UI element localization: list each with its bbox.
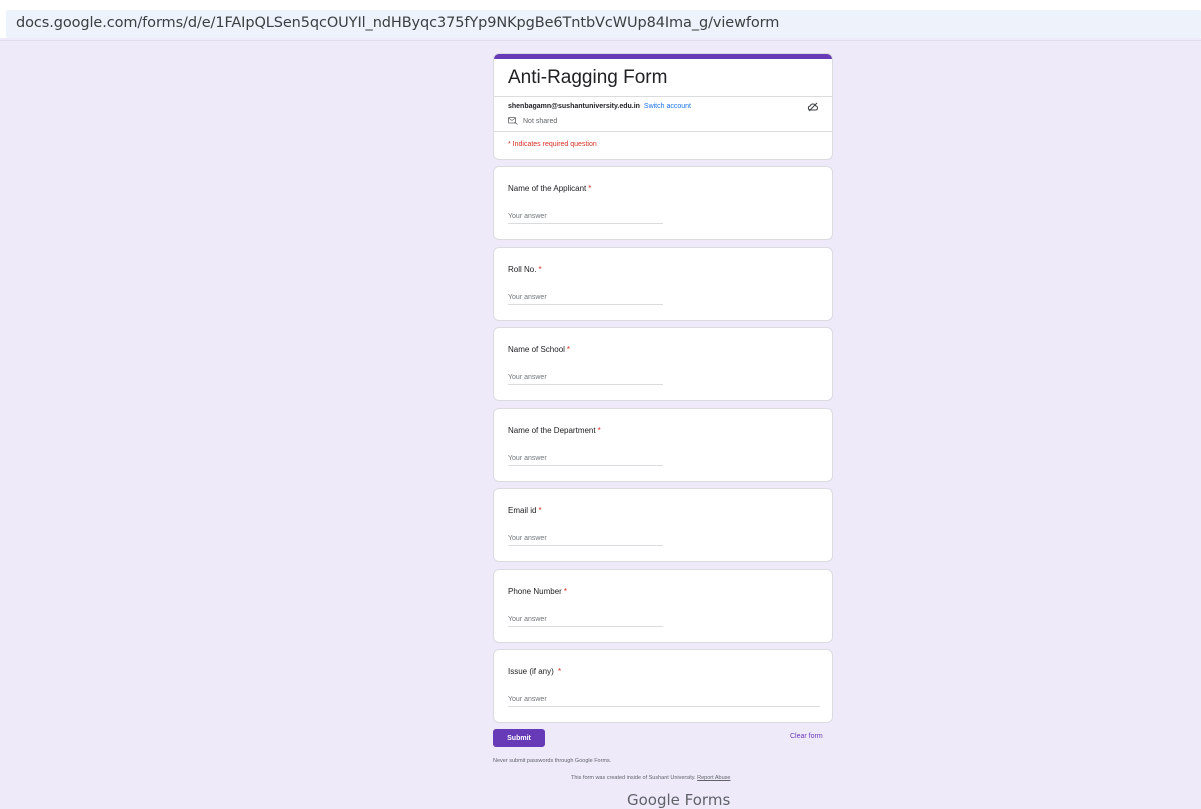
question-label: Phone Number * [508, 587, 567, 596]
required-asterisk: * [588, 184, 592, 193]
answer-input-issue[interactable] [508, 692, 820, 707]
created-note-text: This form was created inside of Sushant … [571, 775, 696, 781]
required-asterisk: * [538, 506, 542, 515]
answer-input-applicant-name[interactable] [508, 209, 663, 224]
required-asterisk: * [558, 667, 562, 676]
required-asterisk: * [597, 426, 601, 435]
form-title: Anti-Ragging Form [508, 67, 668, 88]
required-note: * Indicates required question [508, 141, 597, 148]
required-asterisk: * [563, 587, 567, 596]
cloud-save-icon[interactable] [807, 101, 819, 113]
question-label: Roll No. * [508, 265, 542, 274]
clear-form-button[interactable]: Clear form [790, 733, 823, 740]
sharing-status: Not shared [508, 117, 557, 125]
question-label: Name of the Applicant * [508, 184, 592, 193]
question-card-school: Name of School * [493, 327, 833, 401]
answer-input-department[interactable] [508, 451, 663, 466]
divider [494, 96, 832, 97]
question-card-roll-no: Roll No. * [493, 247, 833, 321]
required-asterisk: * [538, 265, 542, 274]
not-shared-label: Not shared [523, 117, 558, 125]
question-card-phone: Phone Number * [493, 569, 833, 643]
answer-input-school[interactable] [508, 370, 663, 385]
browser-top-bar: docs.google.com/forms/d/e/1FAIpQLSen5qcO… [0, 0, 1201, 38]
required-asterisk: * [566, 345, 571, 354]
accent-band [494, 54, 832, 59]
not-shared-icon [508, 117, 518, 125]
google-forms-logo: Google Forms [627, 791, 731, 809]
report-abuse-link[interactable]: Report Abuse [697, 775, 730, 781]
question-card-applicant-name: Name of the Applicant * [493, 166, 833, 240]
question-label: Name of School * [508, 345, 571, 354]
address-bar[interactable]: docs.google.com/forms/d/e/1FAIpQLSen5qcO… [6, 10, 1201, 38]
form-header-card: Anti-Ragging Form shenbagamn@sushantuniv… [493, 53, 833, 160]
question-label: Email id * [508, 506, 542, 515]
submit-button[interactable]: Submit [493, 729, 545, 747]
divider [494, 131, 832, 132]
question-card-issue: Issue (if any) * [493, 649, 833, 723]
switch-account-link[interactable]: Switch account [644, 103, 691, 110]
question-card-department: Name of the Department * [493, 408, 833, 482]
account-email: shenbagamn@sushantuniversity.edu.in [508, 103, 640, 110]
url-text[interactable]: docs.google.com/forms/d/e/1FAIpQLSen5qcO… [16, 15, 779, 31]
answer-input-phone[interactable] [508, 612, 663, 627]
question-label: Name of the Department * [508, 426, 601, 435]
answer-input-roll-no[interactable] [508, 290, 663, 305]
password-warning: Never submit passwords through Google Fo… [493, 758, 612, 764]
question-card-email: Email id * [493, 488, 833, 562]
question-label: Issue (if any) * [508, 667, 562, 676]
account-line: shenbagamn@sushantuniversity.edu.in Swit… [508, 103, 691, 110]
answer-input-email[interactable] [508, 531, 663, 546]
created-note: This form was created inside of Sushant … [571, 775, 730, 781]
